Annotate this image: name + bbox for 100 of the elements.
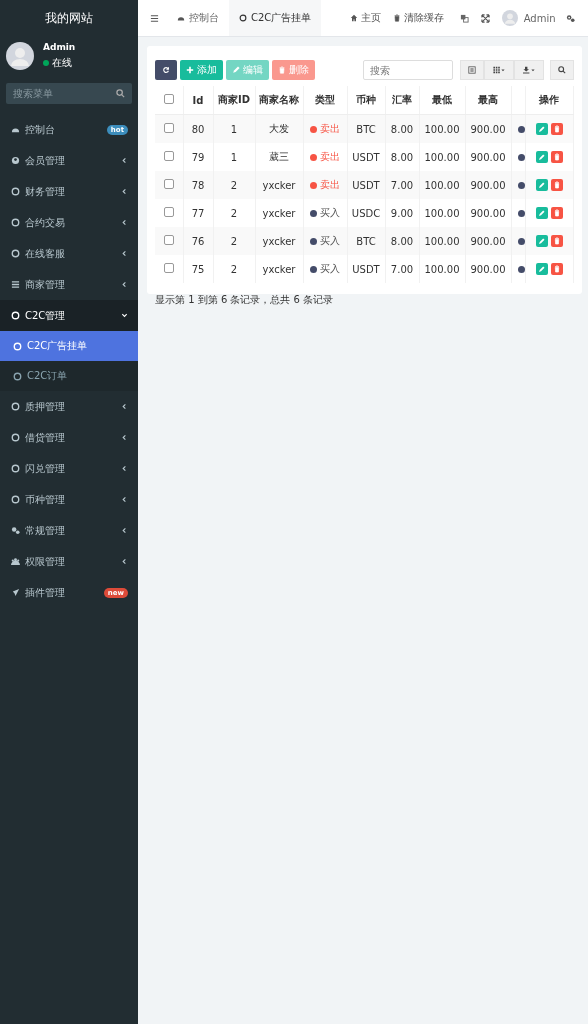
table-cell: 77 xyxy=(191,207,205,219)
status-dot xyxy=(517,209,524,217)
table-cell: 7.00 xyxy=(390,263,414,275)
pagination-info: 显示第 1 到第 6 条记录，总共 6 条记录 xyxy=(155,293,335,307)
delete-row-button[interactable] xyxy=(550,122,563,135)
delete-row-button[interactable] xyxy=(550,206,563,219)
row-checkbox[interactable] xyxy=(163,151,174,161)
users-icon xyxy=(11,557,20,566)
sidebar-item[interactable]: 商家管理 xyxy=(0,269,138,300)
online-status: 在线 xyxy=(43,56,76,70)
edit-row-button[interactable] xyxy=(535,206,548,219)
page-tab[interactable]: C2C广告挂单 xyxy=(229,0,322,36)
sidebar-item[interactable]: 质押管理 xyxy=(0,391,138,422)
type-label: 卖出 xyxy=(310,150,340,164)
table-cell: USDC xyxy=(351,207,381,219)
table-cell: yxcker xyxy=(262,263,296,275)
delete-row-button[interactable] xyxy=(550,262,563,275)
clear-cache-link[interactable]: 清除缓存 xyxy=(392,11,444,25)
table-cell: 8.00 xyxy=(390,235,414,247)
table-cell: 2 xyxy=(230,263,238,275)
user-menu[interactable]: Admin xyxy=(501,10,556,26)
delete-row-button[interactable] xyxy=(550,234,563,247)
edit-row-button[interactable] xyxy=(535,262,548,275)
row-checkbox[interactable] xyxy=(163,235,174,245)
chevron-left-icon xyxy=(121,496,128,503)
export-button[interactable] xyxy=(513,60,544,80)
edit-row-button[interactable] xyxy=(535,234,548,247)
gauge-icon xyxy=(177,14,185,22)
status-dot xyxy=(517,237,524,245)
row-checkbox[interactable] xyxy=(163,123,174,133)
list-icon xyxy=(11,280,20,289)
home-link[interactable]: 主页 xyxy=(349,11,381,25)
circle-icon xyxy=(11,495,20,504)
column-header: 类型 xyxy=(303,86,347,115)
sidebar-item[interactable]: 合约交易 xyxy=(0,207,138,238)
delete-row-button[interactable] xyxy=(550,150,563,163)
table-cell: 100.00 xyxy=(424,207,460,219)
avatar-icon xyxy=(6,42,34,70)
home-icon xyxy=(349,14,358,22)
edit-row-button[interactable] xyxy=(535,122,548,135)
circle-icon xyxy=(11,218,20,227)
table-cell: USDT xyxy=(352,263,380,275)
column-header: 币种 xyxy=(347,86,385,115)
edit-row-button[interactable] xyxy=(535,178,548,191)
grid-caret-icon xyxy=(491,66,506,74)
row-checkbox[interactable] xyxy=(163,179,174,189)
row-checkbox[interactable] xyxy=(163,207,174,217)
select-all-checkbox[interactable] xyxy=(163,94,174,104)
menu-search-field[interactable]: 搜索菜单 xyxy=(6,83,132,104)
table-cell: BTC xyxy=(356,123,376,135)
sidebar-item[interactable]: 闪兑管理 xyxy=(0,453,138,484)
column-header: 操作 xyxy=(525,86,573,115)
submenu-item[interactable]: C2C订单 xyxy=(0,361,138,391)
delete-row-button[interactable] xyxy=(550,178,563,191)
user-icon xyxy=(11,156,20,165)
table-cell: 100.00 xyxy=(424,235,460,247)
user-name: Admin xyxy=(43,42,76,52)
sidebar-item[interactable]: 会员管理 xyxy=(0,145,138,176)
edit-row-button[interactable] xyxy=(535,150,548,163)
table-cell: 100.00 xyxy=(424,263,460,275)
settings-icon[interactable] xyxy=(565,13,575,23)
table-cell: 1 xyxy=(230,151,238,163)
search-button[interactable] xyxy=(549,60,574,80)
sidebar-item[interactable]: C2C管理 xyxy=(0,300,138,331)
table-cell: 1 xyxy=(230,123,238,135)
circle-icon xyxy=(11,311,20,320)
table-search-field[interactable]: 搜索 xyxy=(362,60,453,80)
sidebar-item[interactable]: 权限管理 xyxy=(0,546,138,577)
chevron-left-icon xyxy=(121,219,128,226)
column-header: 商家ID xyxy=(213,86,255,115)
trash-icon xyxy=(392,14,401,22)
gears-icon xyxy=(11,526,20,535)
chevron-left-icon xyxy=(121,281,128,288)
table-cell: 78 xyxy=(191,179,205,191)
sidebar-item[interactable]: 常规管理 xyxy=(0,515,138,546)
submenu-item[interactable]: C2C广告挂单 xyxy=(0,331,138,361)
page-tab[interactable]: 控制台 xyxy=(167,0,229,36)
sidebar-item[interactable]: 借贷管理 xyxy=(0,422,138,453)
row-checkbox[interactable] xyxy=(163,263,174,273)
circle-icon xyxy=(11,433,20,442)
toggle-view-button[interactable] xyxy=(459,60,484,80)
chevron-left-icon xyxy=(121,527,128,534)
table-cell: USDT xyxy=(352,151,380,163)
pencil-icon xyxy=(232,66,240,74)
table-cell: 76 xyxy=(191,235,205,247)
refresh-button[interactable] xyxy=(155,60,177,80)
chevron-left-icon xyxy=(121,465,128,472)
chevron-left-icon xyxy=(121,157,128,164)
table-cell: 100.00 xyxy=(424,123,460,135)
status-dot xyxy=(517,153,524,161)
sidebar-item[interactable]: 币种管理 xyxy=(0,484,138,515)
menu-icon[interactable] xyxy=(150,13,159,23)
fullscreen-icon[interactable] xyxy=(480,13,490,23)
type-label: 买入 xyxy=(310,206,340,220)
sidebar-item[interactable]: 在线客服 xyxy=(0,238,138,269)
table-cell: 2 xyxy=(230,235,238,247)
status-dot xyxy=(517,265,524,273)
table-cell: 900.00 xyxy=(470,123,506,135)
sidebar-item[interactable]: 财务管理 xyxy=(0,176,138,207)
columns-button[interactable] xyxy=(483,60,514,80)
